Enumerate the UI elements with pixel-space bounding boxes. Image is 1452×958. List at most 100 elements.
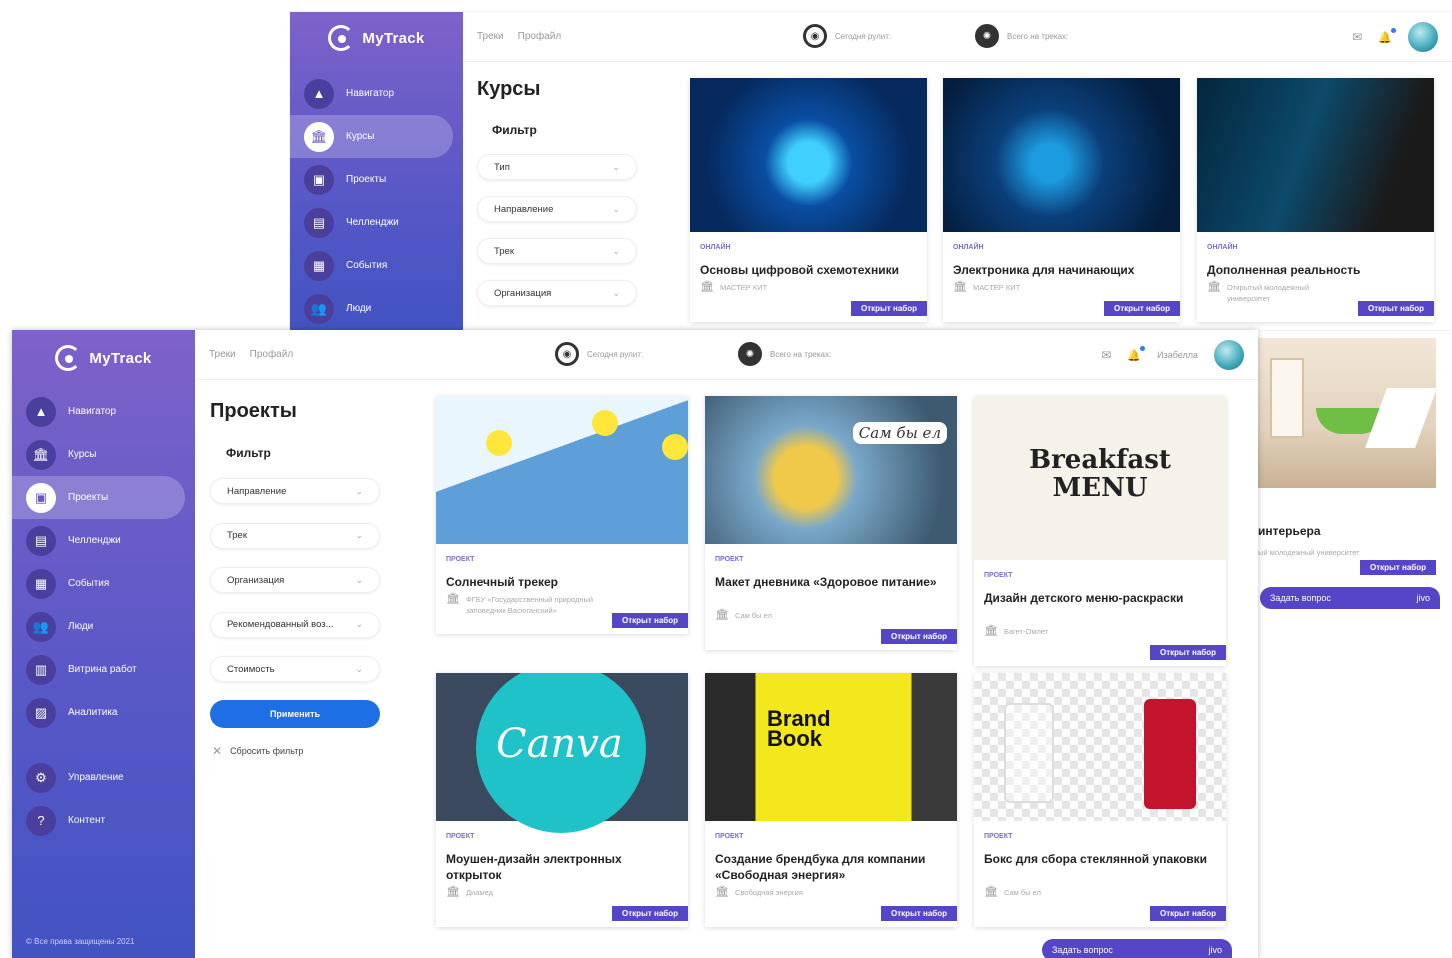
course-card[interactable]: Brand Book проект Создание брендбука для к…	[705, 673, 957, 927]
logo-icon	[328, 25, 355, 51]
bell-icon[interactable]: 🔔	[1378, 27, 1396, 44]
sidebar-item[interactable]: 👥 Люди	[290, 287, 463, 330]
filter-select[interactable]: Трек ⌄	[210, 522, 380, 549]
filter-select-value: Рекомендованный воз...	[227, 619, 334, 630]
reset-filter-button[interactable]: ✕ Сбросить фильтр	[212, 744, 303, 758]
top-nav-link[interactable]: Треки	[477, 31, 504, 42]
course-card[interactable]: Canva проект Моушен-дизайн электронных отк…	[436, 673, 688, 927]
filter-select[interactable]: Организация ⌄	[477, 280, 637, 306]
open-enrollment-button[interactable]: Открыт набор	[881, 906, 957, 921]
open-enrollment-button[interactable]: Открыт набор	[612, 906, 688, 921]
sidebar-item[interactable]: ▤ Челленджи	[290, 201, 463, 244]
open-enrollment-button[interactable]: Открыт набор	[1150, 645, 1226, 660]
filter-select[interactable]: Тип ⌄	[477, 154, 637, 180]
top-nav-link[interactable]: Профайл	[250, 349, 294, 360]
stat-today: ◉ Сегодня рулит:	[555, 342, 643, 366]
card-title: интерьера	[1258, 524, 1321, 538]
sidebar-item[interactable]: ▣ Проекты	[290, 158, 463, 201]
user-name[interactable]: Изабелла	[1157, 350, 1198, 360]
organization-icon: 🏛	[715, 886, 729, 898]
card-org: ый молодежный университет	[1258, 548, 1360, 557]
logo[interactable]: MyTrack	[12, 330, 195, 386]
card-image: Сам бы ел	[705, 396, 957, 544]
sidebar-item[interactable]: ▦ События	[12, 562, 195, 605]
filter-select[interactable]: Стоимость ⌄	[210, 656, 380, 682]
mail-icon[interactable]: ✉	[1101, 348, 1111, 362]
sidebar-item[interactable]: 🏛 Курсы	[12, 433, 195, 476]
avatar[interactable]	[1214, 340, 1244, 370]
filter-title: Фильтр	[226, 446, 271, 460]
filter-select-value: Направление	[494, 203, 554, 215]
courses-window: MyTrack ▲ Навигатор 🏛 Курсы ▣ Проекты ▤ Челленд…	[290, 12, 1452, 330]
course-card[interactable]: Сам бы ел проект Макет дневника «Здоровое …	[705, 396, 957, 650]
filter-select[interactable]: Трек ⌄	[477, 238, 637, 264]
sidebar-item[interactable]: ▥ Витрина работ	[12, 648, 195, 691]
course-card[interactable]: онлайн Дополненная реальность 🏛 Открытый мо…	[1197, 78, 1434, 322]
open-enrollment-button[interactable]: Открыт набор	[612, 613, 688, 628]
sidebar-item-label: Управление	[68, 772, 124, 783]
steering-wheel-icon: ◉	[803, 24, 827, 48]
sidebar-item[interactable]: ⚙ Управление	[12, 756, 195, 799]
card-org: 🏛 Сам бы ел	[715, 609, 772, 621]
card-org: 🏛 ФГБУ «Государственный природный заповед…	[446, 593, 594, 616]
logo[interactable]: MyTrack	[290, 12, 463, 64]
sidebar: MyTrack ▲ Навигатор 🏛 Курсы ▣ Проекты ▤ Челленд…	[12, 330, 195, 958]
challenges-icon: ▤	[26, 525, 56, 556]
stat-total: ✺ Всего на треках:	[975, 24, 1068, 48]
filter-select[interactable]: Направление ⌄	[477, 196, 637, 222]
copyright: © Все права защищены 2021	[26, 937, 135, 946]
sidebar-item-label: События	[346, 260, 388, 271]
course-card[interactable]: проект Бокс для сбора стеклянной упаковки…	[974, 673, 1226, 927]
logo-icon	[55, 345, 82, 371]
avatar[interactable]	[1408, 22, 1438, 52]
organization-icon: 🏛	[446, 886, 460, 898]
open-enrollment-button[interactable]: Открыт набор	[1358, 301, 1434, 316]
open-enrollment-button[interactable]: Открыт набор	[1360, 560, 1436, 575]
apply-filter-button[interactable]: Применить	[210, 700, 380, 728]
organization-icon: 🏛	[984, 625, 998, 637]
filter-select[interactable]: Направление ⌄	[210, 478, 380, 504]
top-nav-link[interactable]: Профайл	[518, 31, 562, 42]
close-icon: ✕	[212, 744, 223, 758]
bell-icon[interactable]: 🔔	[1127, 345, 1145, 362]
sidebar-item[interactable]: ▦ События	[290, 244, 463, 287]
sidebar-item-label: Навигатор	[68, 406, 117, 417]
filter-select-value: Трек	[227, 530, 247, 541]
open-enrollment-button[interactable]: Открыт набор	[881, 629, 957, 644]
sidebar-item[interactable]: ▣ Проекты	[12, 476, 185, 519]
course-card[interactable]: онлайн Основы цифровой схемотехники 🏛 МАСТЕ…	[690, 78, 927, 322]
filter-select[interactable]: Организация ⌄	[210, 567, 380, 593]
card-org: 🏛 Багет-Омлет	[984, 625, 1049, 637]
mail-icon[interactable]: ✉	[1352, 30, 1362, 44]
course-card[interactable]: онлайн Электроника для начинающих 🏛 МАСТЕР …	[943, 78, 1180, 322]
analytics-icon: ▨	[26, 697, 56, 728]
sidebar: MyTrack ▲ Навигатор 🏛 Курсы ▣ Проекты ▤ Челленд…	[290, 12, 463, 330]
open-enrollment-button[interactable]: Открыт набор	[1150, 906, 1226, 921]
sidebar-item[interactable]: ▤ Челленджи	[12, 519, 195, 562]
sidebar-item[interactable]: 👥 Люди	[12, 605, 195, 648]
sidebar-item[interactable]: ▨ Аналитика	[12, 691, 195, 734]
card-title: Бокс для сбора стеклянной упаковки	[984, 852, 1208, 866]
chevron-down-icon: ⌄	[612, 287, 620, 298]
card-org: 🏛 Диамед	[446, 886, 493, 898]
sidebar-item[interactable]: ? Контент	[12, 799, 195, 842]
sidebar-item[interactable]: ▲ Навигатор	[12, 390, 195, 433]
filter-select-value: Тип	[494, 161, 510, 173]
top-nav-link[interactable]: Треки	[209, 349, 236, 360]
ask-question-chip[interactable]: Задать вопрос jivo	[1042, 939, 1232, 958]
open-enrollment-button[interactable]: Открыт набор	[1104, 301, 1180, 316]
ask-question-chip[interactable]: Задать вопрос jivo	[1260, 587, 1440, 609]
card-tag: проект	[984, 833, 1013, 840]
card-tag: онлайн	[1207, 244, 1238, 251]
card-title: Электроника для начинающих	[953, 263, 1135, 277]
filter-select[interactable]: Рекомендованный воз... ⌄	[210, 611, 380, 638]
sidebar-item[interactable]: ▲ Навигатор	[290, 72, 463, 115]
sidebar-item-label: Люди	[68, 621, 94, 632]
course-card[interactable]: Breakfast MENU проект Дизайн детского меню…	[974, 396, 1226, 666]
card-image	[436, 396, 688, 544]
course-card[interactable]: проект Солнечный трекер 🏛 ФГБУ «Государстве…	[436, 396, 688, 634]
card-title: Создание брендбука для компании «Свободн…	[715, 852, 926, 882]
open-enrollment-button[interactable]: Открыт набор	[851, 301, 927, 316]
page-title: Курсы	[477, 78, 541, 100]
sidebar-item[interactable]: 🏛 Курсы	[290, 115, 453, 158]
